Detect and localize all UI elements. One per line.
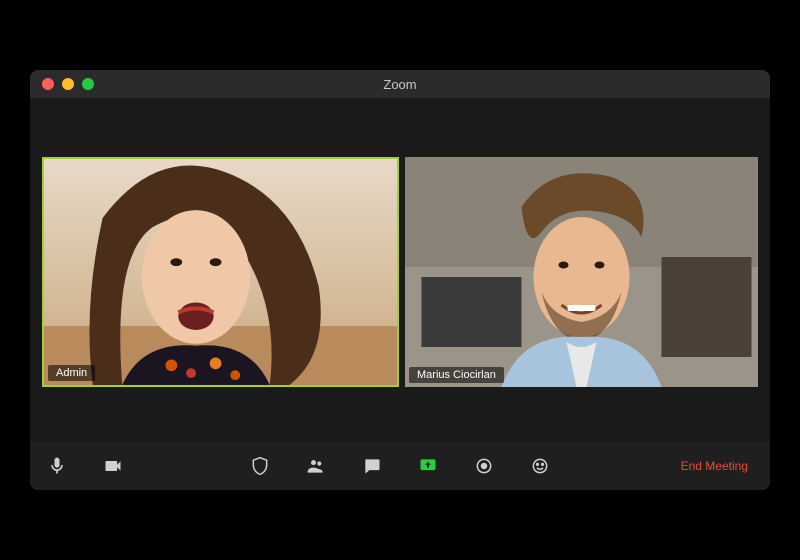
window-controls [42, 78, 94, 90]
shield-icon[interactable] [249, 455, 271, 477]
video-area: Admin [30, 98, 770, 442]
participant-name-tag: Admin [48, 365, 95, 381]
video-grid: Admin [42, 157, 758, 387]
close-window-button[interactable] [42, 78, 54, 90]
participant-video [44, 159, 397, 385]
titlebar: Zoom [30, 70, 770, 98]
participant-tile-admin[interactable]: Admin [42, 157, 399, 387]
record-icon[interactable] [473, 455, 495, 477]
end-meeting-button[interactable]: End Meeting [675, 455, 754, 477]
participant-video [405, 157, 758, 387]
microphone-icon[interactable] [46, 455, 68, 477]
zoom-window: Zoom [30, 70, 770, 490]
chat-icon[interactable] [361, 455, 383, 477]
meeting-toolbar: End Meeting [30, 442, 770, 490]
participants-icon[interactable] [305, 455, 327, 477]
window-title: Zoom [30, 77, 770, 92]
maximize-window-button[interactable] [82, 78, 94, 90]
share-screen-icon[interactable] [417, 455, 439, 477]
participant-tile-marius[interactable]: Marius Ciocirlan [405, 157, 758, 387]
reactions-icon[interactable] [529, 455, 551, 477]
participant-name-tag: Marius Ciocirlan [409, 367, 504, 383]
minimize-window-button[interactable] [62, 78, 74, 90]
video-camera-icon[interactable] [102, 455, 124, 477]
